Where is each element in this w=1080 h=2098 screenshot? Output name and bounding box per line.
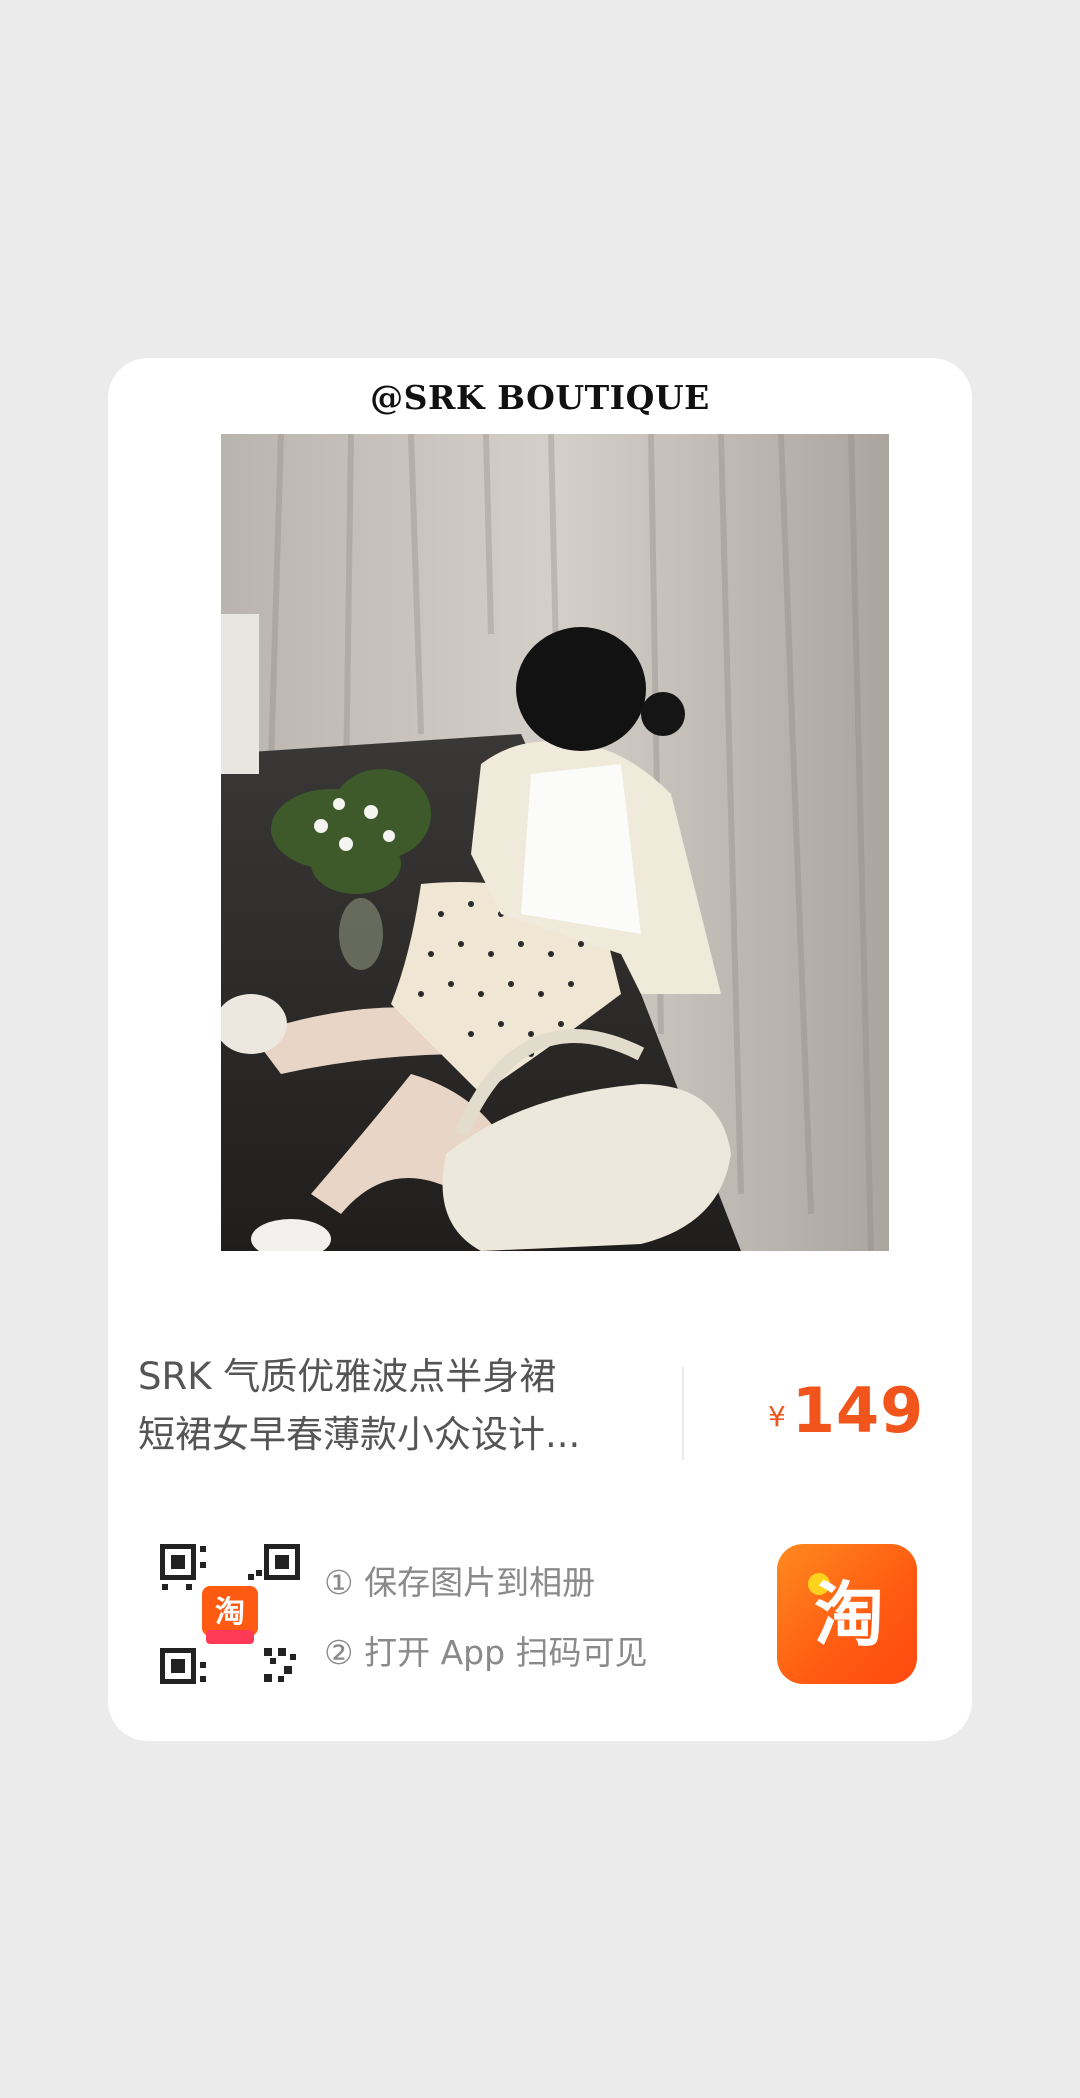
step-2: ② 打开 App 扫码可见 [324,1633,648,1672]
svg-text:淘: 淘 [814,1574,884,1656]
divider [682,1366,684,1460]
step-1: ① 保存图片到相册 [324,1563,596,1602]
price: ¥149 [768,1374,924,1447]
svg-text:淘: 淘 [215,1595,245,1630]
product-title-line-2: 短裙女早春薄款小众设计... [138,1413,581,1456]
price-amount: 149 [791,1374,925,1447]
product-photo[interactable] [221,434,889,1251]
currency-symbol: ¥ [768,1400,786,1433]
share-card: @SRK BOUTIQUE SRK 气质优雅波点半身裙 短裙女早春薄款小众设计.… [108,358,972,1741]
qr-code[interactable]: 淘 [160,1544,300,1684]
product-title[interactable]: SRK 气质优雅波点半身裙 短裙女早春薄款小众设计... [138,1348,638,1464]
taobao-icon[interactable]: 淘 [777,1544,917,1684]
scan-instructions: ① 保存图片到相册 ② 打开 App 扫码可见 [324,1548,648,1688]
brand-name: @SRK BOUTIQUE [370,378,710,417]
product-title-line-1: SRK 气质优雅波点半身裙 [138,1355,557,1398]
